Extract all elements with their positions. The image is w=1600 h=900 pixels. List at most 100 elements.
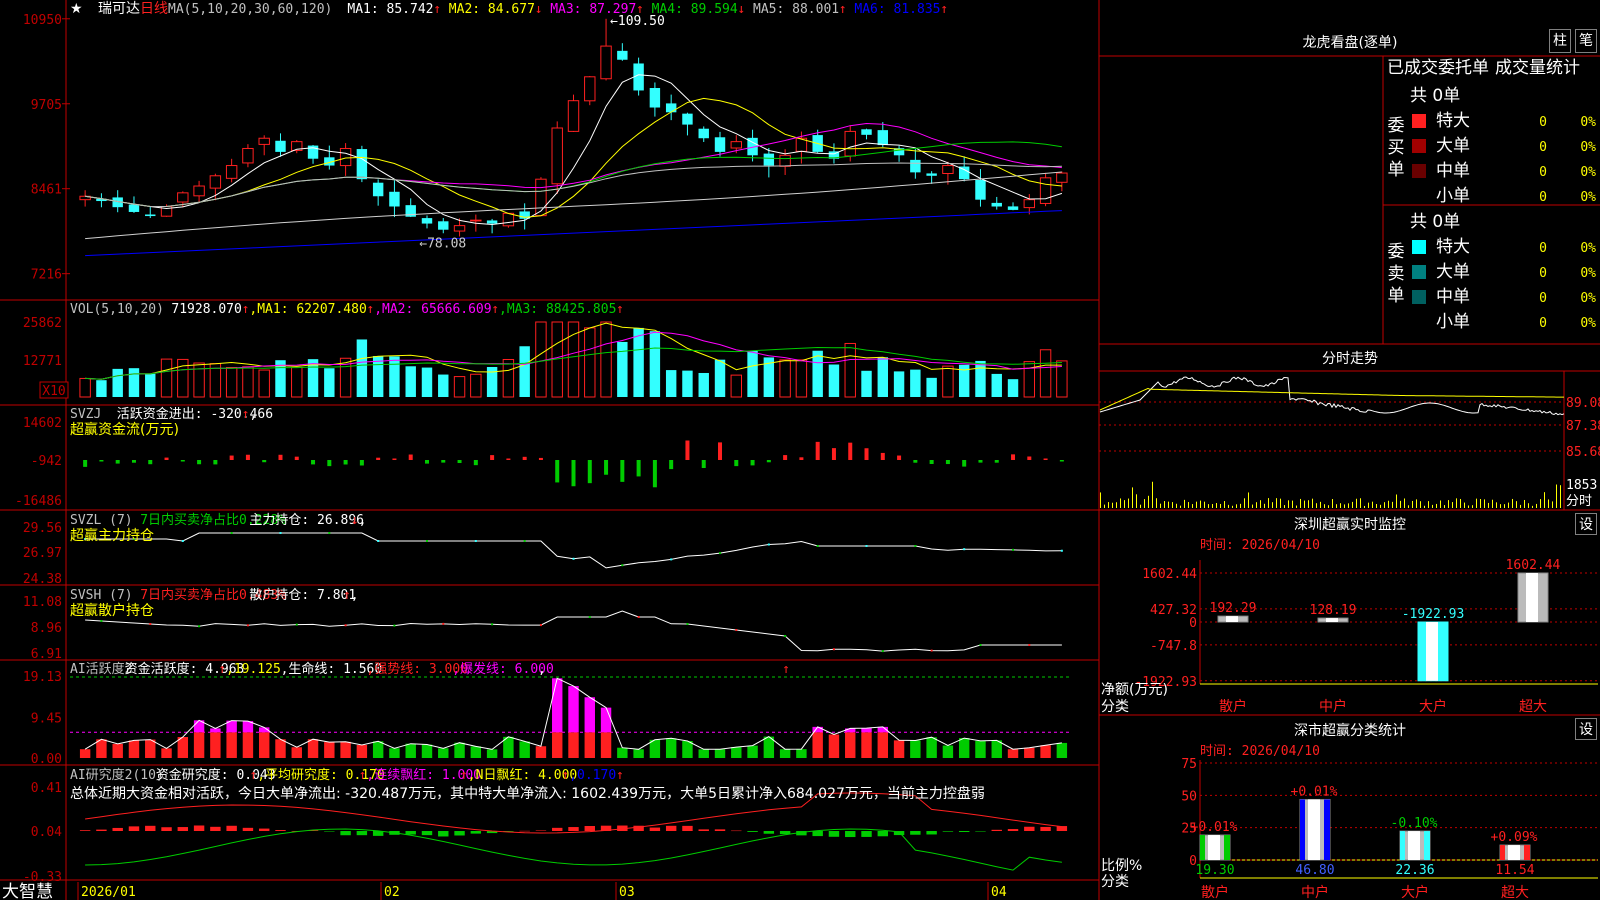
svzl-y-tick: 29.56: [23, 521, 62, 536]
classify-x-label: 散户: [1201, 884, 1229, 900]
intraday-vol-bar: [1460, 498, 1461, 508]
svzl-dot: [621, 564, 624, 567]
svsh-dot: [637, 616, 640, 618]
svzj-bar-neg: [180, 460, 185, 462]
vol-bar-up: [470, 373, 482, 398]
svzj-bar-pos: [490, 455, 495, 460]
ai1-bar-base: [552, 732, 563, 758]
bar-mode-button[interactable]: 柱: [1549, 29, 1571, 53]
intraday-vol-bar: [1128, 498, 1129, 508]
svzj-bar-pos: [864, 448, 869, 460]
ai2-bar-pos: [193, 825, 205, 831]
vol-value: 71928.070: [171, 302, 241, 317]
ai1-bar: [682, 741, 693, 758]
classify-settings-button[interactable]: 设: [1575, 718, 1597, 740]
svsh-dot: [344, 624, 347, 627]
svzl-dot: [767, 543, 770, 546]
intraday-vol-bar: [1544, 492, 1545, 508]
monitor-y-tick: 1602.44: [1142, 567, 1197, 582]
ai2-bar-neg: [438, 831, 449, 837]
classify-change-label: -0.10%: [1391, 816, 1438, 831]
intraday-vol-bar: [1216, 503, 1217, 508]
intraday-vol-bar: [1500, 504, 1501, 508]
ai1-bar: [617, 747, 628, 758]
svzl-dot: [328, 532, 331, 534]
ai2-bar-pos: [1040, 826, 1051, 831]
intraday-vol-bar: [1480, 499, 1481, 508]
intraday-vol-bar: [1348, 503, 1349, 508]
svzj-bar-neg: [734, 460, 739, 467]
intraday-vol-bar: [1428, 501, 1429, 508]
ai1-bar: [405, 743, 416, 758]
vol-bar-up: [79, 377, 91, 398]
vol-bar-down: [438, 374, 449, 397]
monitor-settings-button[interactable]: 设: [1575, 513, 1597, 535]
vol-bar-up: [177, 358, 189, 398]
vol-bar-down: [682, 370, 693, 397]
intraday-vol-bar: [1144, 499, 1145, 508]
intraday-vol-bar: [1436, 503, 1437, 508]
candle-down: [698, 128, 709, 139]
intraday-vol-bar: [1376, 504, 1377, 508]
ai2-arrow3: ↑: [460, 768, 468, 783]
ai1-bar-base: [812, 732, 823, 758]
ai2-summary: 总体近期大资金相对活跃，今日大单净流出: -320.487万元，其中特大单净流入…: [70, 785, 985, 802]
ai1-bar: [731, 747, 742, 758]
svzl-line: [85, 532, 1062, 569]
svsh-dot: [246, 624, 249, 627]
intraday-vol-bar: [1184, 499, 1185, 508]
ai1-bar: [893, 740, 905, 758]
vol-bar-down: [633, 327, 644, 397]
classify-bar-accent: [1524, 845, 1530, 860]
intraday-vol-bar: [1444, 505, 1445, 508]
svzj-bar-neg: [148, 460, 153, 465]
classify-x-label: 超大: [1501, 885, 1529, 900]
svzj-bar-pos: [294, 456, 299, 460]
intraday-vol-bar: [1416, 499, 1417, 508]
svsh-dot: [100, 620, 103, 622]
vol-bar-down: [910, 369, 921, 397]
ai2-bar-neg: [942, 831, 954, 832]
intraday-vol-bar: [1308, 500, 1309, 508]
candle-down: [926, 173, 937, 176]
svzj-bar-neg: [962, 460, 967, 467]
intraday-vol-bar: [1212, 504, 1213, 508]
svsh-dot: [295, 623, 298, 626]
ai2-bar-pos: [112, 827, 123, 831]
svzj-bar-neg: [652, 460, 657, 488]
classify-bar-shine: [1508, 845, 1520, 860]
classify-value-label: 46.80: [1295, 863, 1334, 878]
intraday-vol-bar: [1176, 503, 1177, 508]
buy-swatch: [1412, 164, 1426, 178]
svzj-bar-pos: [1027, 456, 1032, 460]
ai2-bar-pos: [698, 829, 709, 831]
monitor-x-label: 大户: [1419, 698, 1447, 715]
svsh-dot: [393, 624, 396, 627]
vol-bar-up: [779, 359, 791, 398]
vol-bar-down: [877, 357, 889, 397]
ai2-bar-pos: [519, 830, 530, 832]
vol-bar-up: [795, 359, 808, 398]
main-chart-svg[interactable]: 10950970584617216←109.50←78.08★ 瑞可达 日线 MA…: [0, 0, 1600, 900]
svzj-bar-neg: [701, 460, 706, 469]
ai1-bar: [958, 738, 970, 758]
svzj-bar-neg: [262, 460, 267, 463]
ai1-bar-base: [861, 732, 872, 758]
ma-arrow: ↑: [433, 2, 441, 17]
svzl-dot: [377, 540, 380, 542]
ai1-bar: [161, 748, 172, 758]
ai1-bar-burst: [861, 728, 872, 733]
tick-mode-button[interactable]: 笔: [1575, 29, 1597, 53]
buy-row-name: 大单: [1436, 136, 1470, 156]
ai2-bar-neg: [926, 831, 937, 835]
intraday-vol-bar: [1256, 502, 1257, 508]
candle-down: [389, 191, 400, 207]
ai2-bar-neg: [763, 831, 775, 834]
ai1-bar-burst: [584, 697, 595, 733]
svzj-bar-pos: [1011, 454, 1016, 460]
candle-down: [421, 218, 433, 224]
svzj-bar-neg: [115, 460, 120, 464]
ai1-bar: [177, 737, 189, 758]
ai2-arrow1: ↑: [249, 768, 257, 783]
intraday-vol-bar: [1140, 504, 1141, 508]
